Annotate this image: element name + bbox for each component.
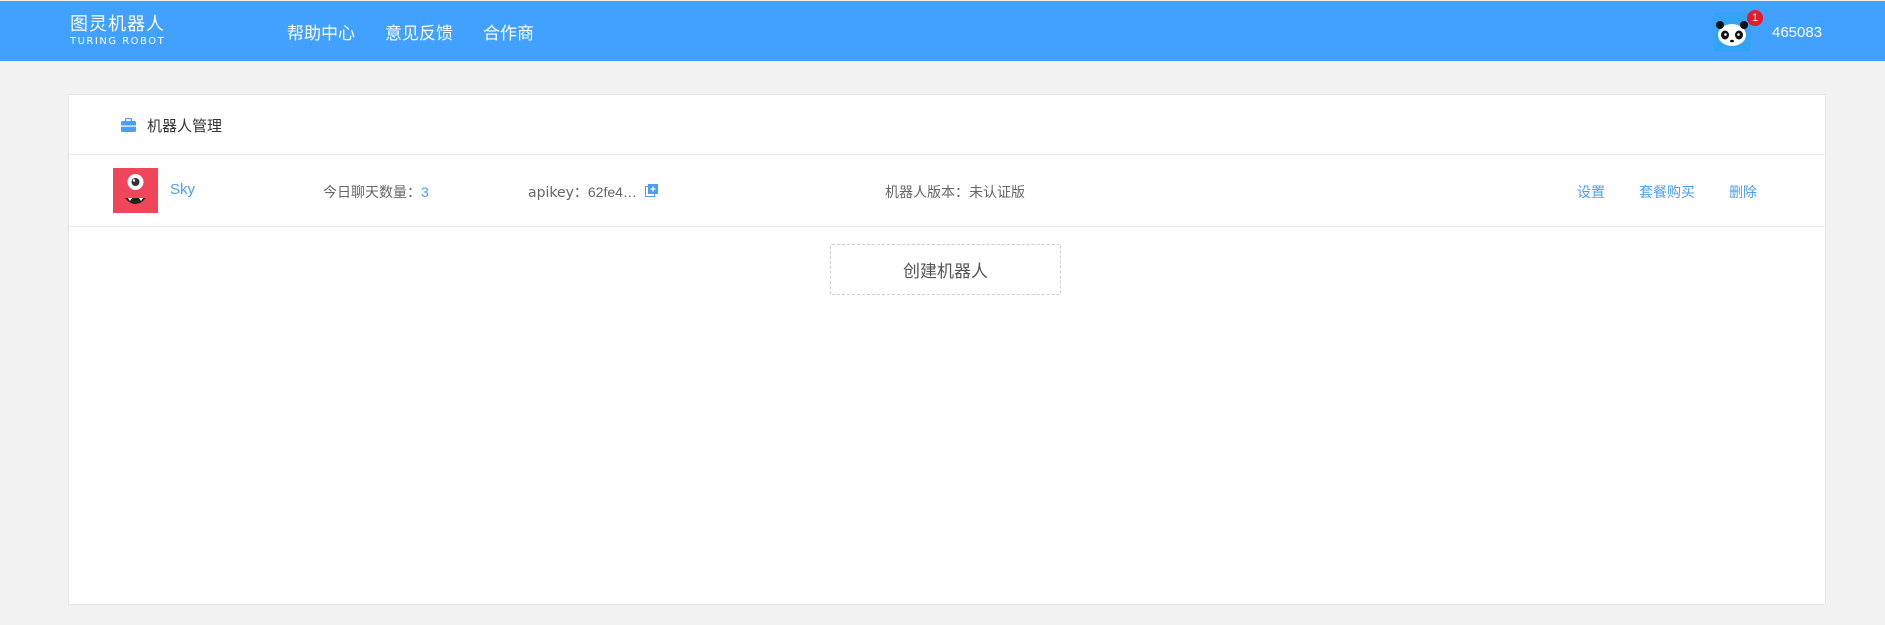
- version-label: 机器人版本：: [885, 185, 969, 201]
- copy-icon[interactable]: [644, 183, 658, 201]
- delete-link[interactable]: 删除: [1729, 182, 1757, 202]
- logo-chinese-text: 图灵机器人: [70, 14, 165, 35]
- robot-management-panel: 机器人管理 Sky 今日聊天数量：3 apikey： 62fe4… 机器人版本：…: [68, 94, 1826, 605]
- red-monster-avatar-icon[interactable]: [113, 168, 158, 213]
- robot-version: 机器人版本：未认证版: [885, 182, 1025, 202]
- panda-avatar-icon[interactable]: 1: [1713, 10, 1763, 51]
- settings-link[interactable]: 设置: [1577, 182, 1605, 202]
- toolbox-icon: [121, 117, 136, 136]
- top-navigation-bar: 图灵机器人 TURING ROBOT 帮助中心 意见反馈 合作商 1 46508…: [0, 1, 1885, 61]
- logo-english-text: TURING ROBOT: [70, 36, 166, 47]
- purchase-plan-link[interactable]: 套餐购买: [1639, 182, 1695, 202]
- main-nav: 帮助中心 意见反馈 合作商: [287, 19, 534, 44]
- panel-header: 机器人管理: [69, 95, 1825, 155]
- turing-robot-logo[interactable]: 图灵机器人 TURING ROBOT: [70, 15, 165, 48]
- notification-badge[interactable]: 1: [1747, 10, 1763, 26]
- apikey-value: 62fe4…: [587, 184, 637, 200]
- username[interactable]: 465083: [1772, 24, 1822, 41]
- apikey: apikey： 62fe4…: [528, 182, 658, 202]
- user-menu[interactable]: 1 465083: [1713, 10, 1822, 51]
- chat-count: 今日聊天数量：3: [323, 182, 429, 202]
- chat-count-value: 3: [421, 184, 429, 200]
- apikey-label: apikey：: [528, 185, 588, 201]
- chat-count-label: 今日聊天数量：: [323, 185, 421, 201]
- nav-partners[interactable]: 合作商: [483, 19, 534, 44]
- robot-row: Sky 今日聊天数量：3 apikey： 62fe4… 机器人版本：未认证版 设置…: [69, 155, 1825, 227]
- create-robot-button[interactable]: 创建机器人: [830, 244, 1061, 295]
- nav-help-center[interactable]: 帮助中心: [287, 19, 355, 44]
- nav-feedback[interactable]: 意见反馈: [385, 19, 453, 44]
- robot-name-link[interactable]: Sky: [170, 181, 195, 198]
- panel-title: 机器人管理: [147, 117, 223, 135]
- version-value: 未认证版: [969, 185, 1025, 201]
- robot-actions: 设置 套餐购买 删除: [1577, 182, 1757, 202]
